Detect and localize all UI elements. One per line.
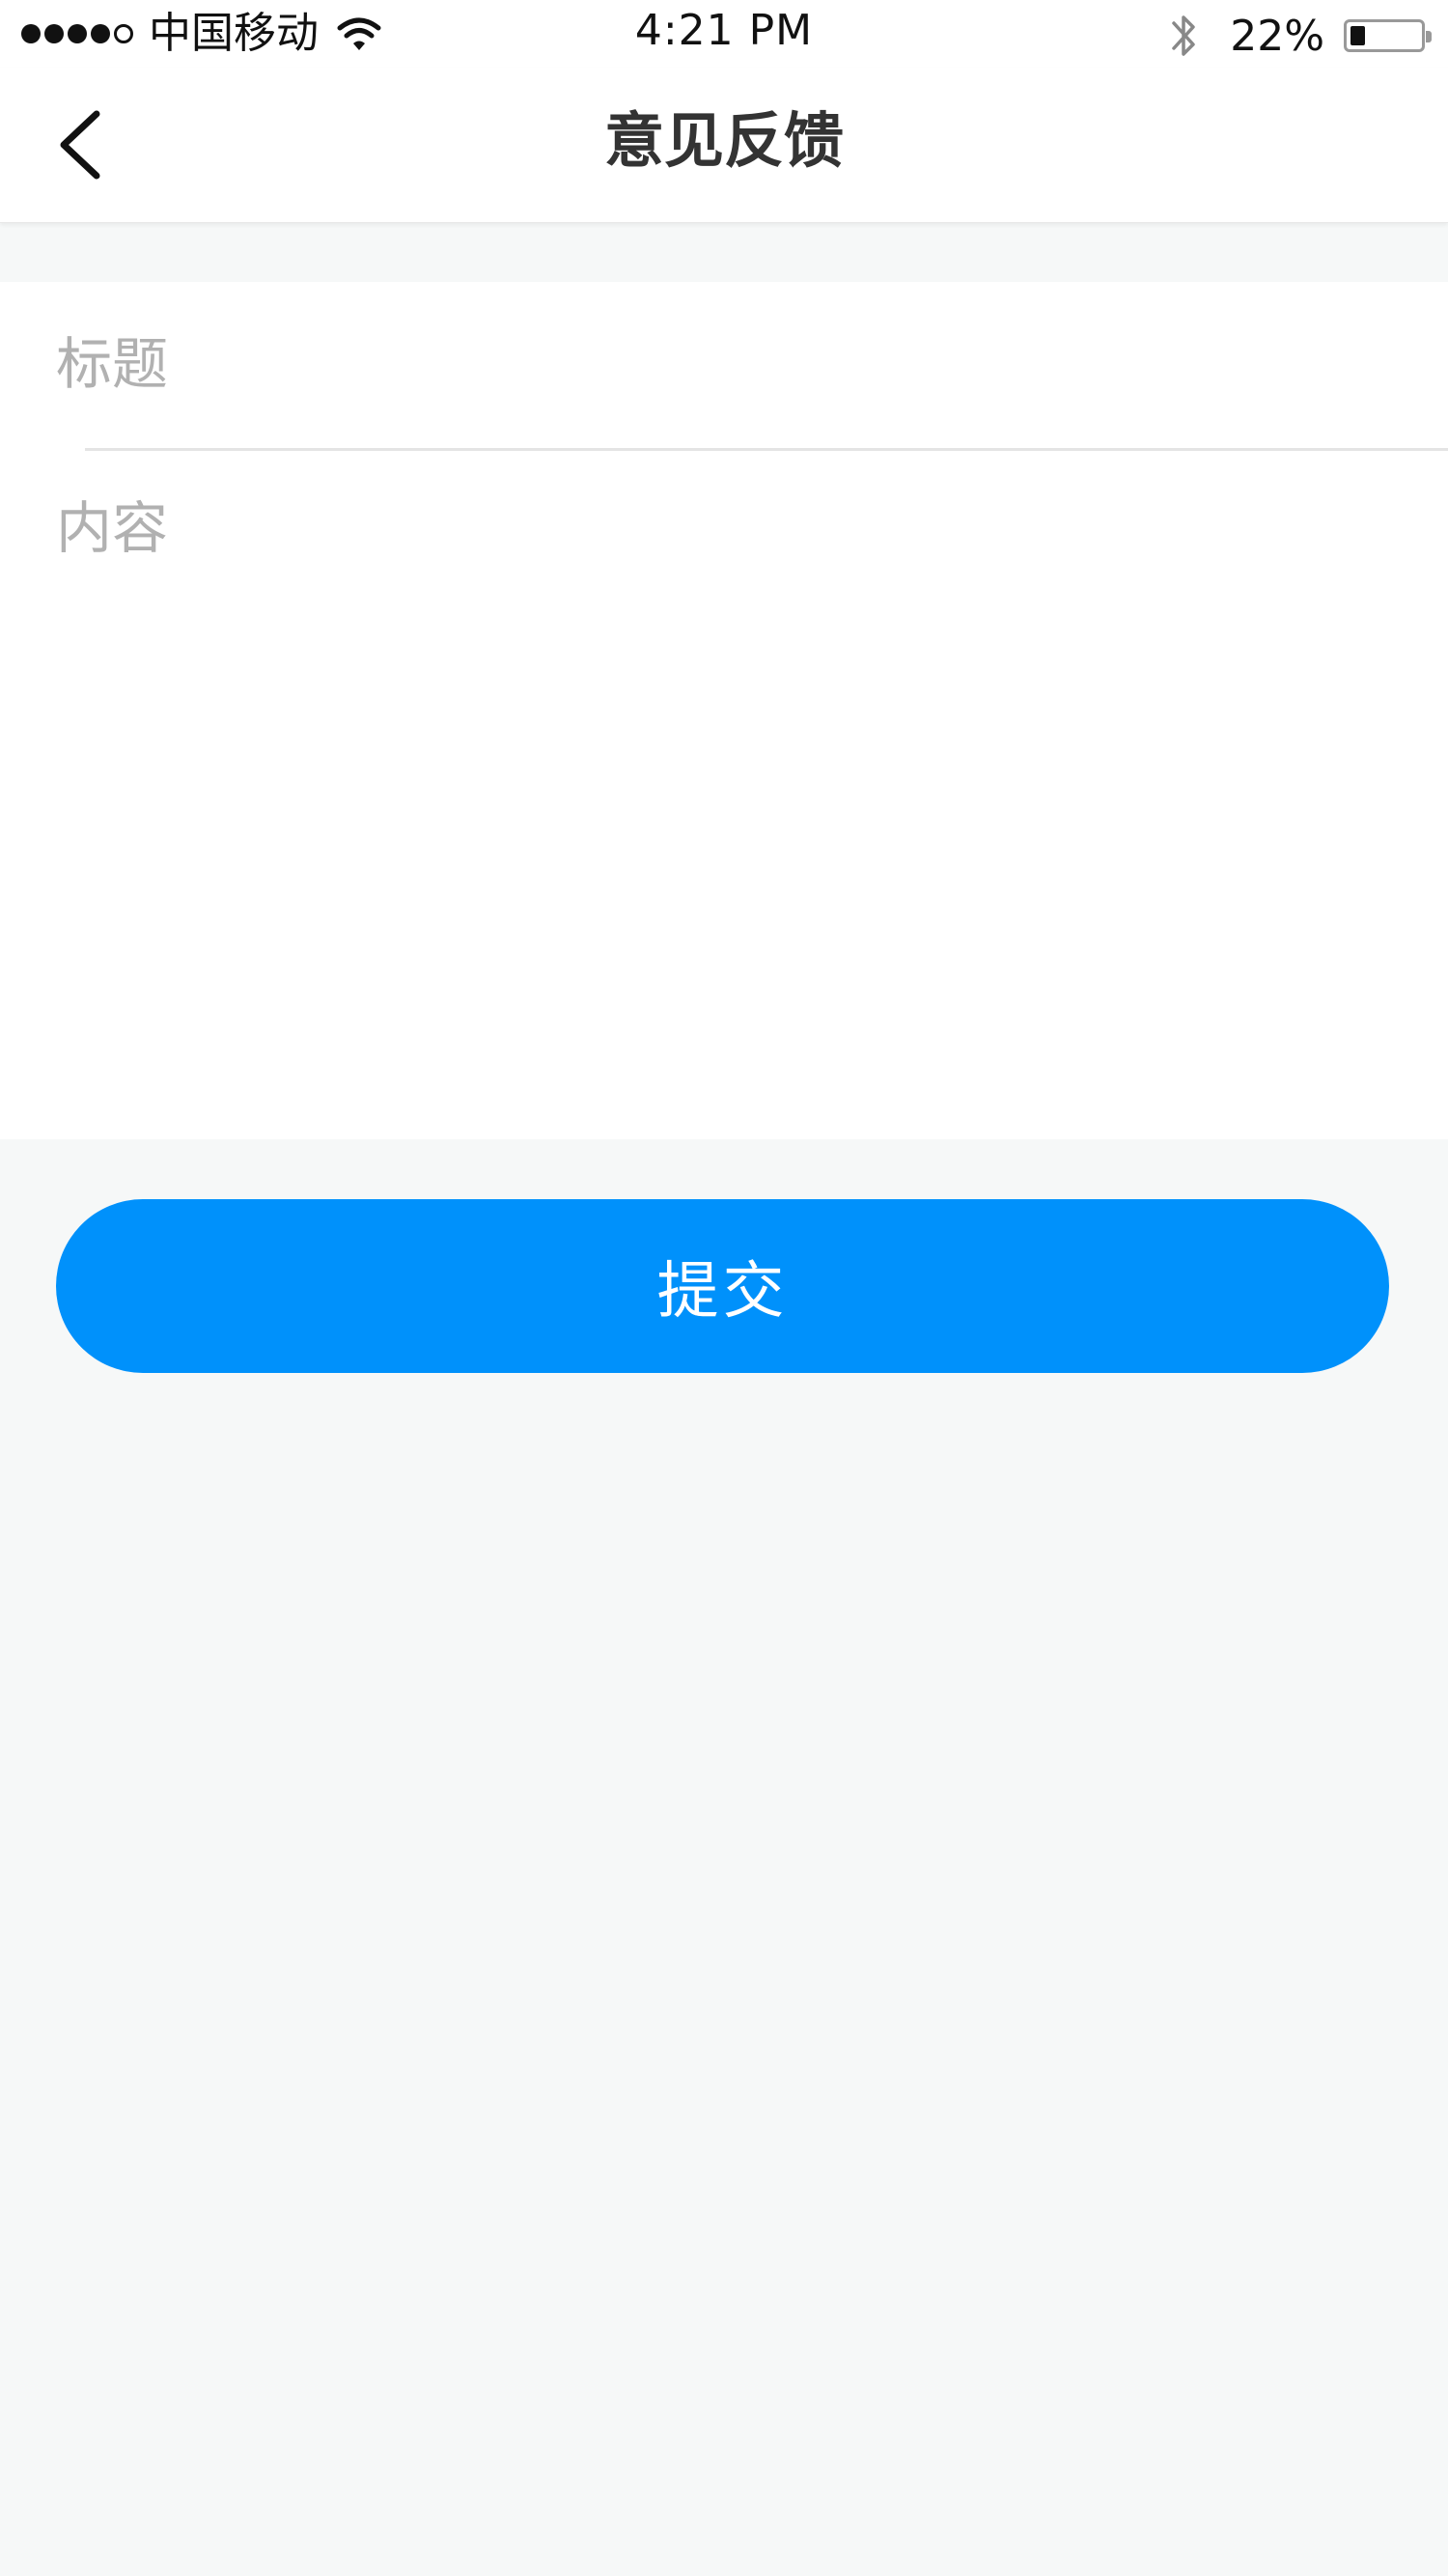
bluetooth-icon xyxy=(1172,15,1195,56)
submit-button[interactable]: 提交 xyxy=(56,1199,1389,1373)
page-title: 意见反馈 xyxy=(603,105,844,176)
status-bar: 中国移动 4:21 PM 22% xyxy=(0,0,1448,68)
feedback-form xyxy=(0,282,1448,1139)
title-input[interactable] xyxy=(56,321,1407,407)
navigation-bar: 意见反馈 xyxy=(0,68,1448,223)
battery-level-fill xyxy=(1351,26,1365,45)
content-textarea[interactable] xyxy=(56,490,1407,1107)
status-right: 22% xyxy=(1168,10,1432,62)
battery-percentage: 22% xyxy=(1230,11,1324,61)
battery-icon xyxy=(1344,19,1432,52)
divider xyxy=(85,448,1448,451)
